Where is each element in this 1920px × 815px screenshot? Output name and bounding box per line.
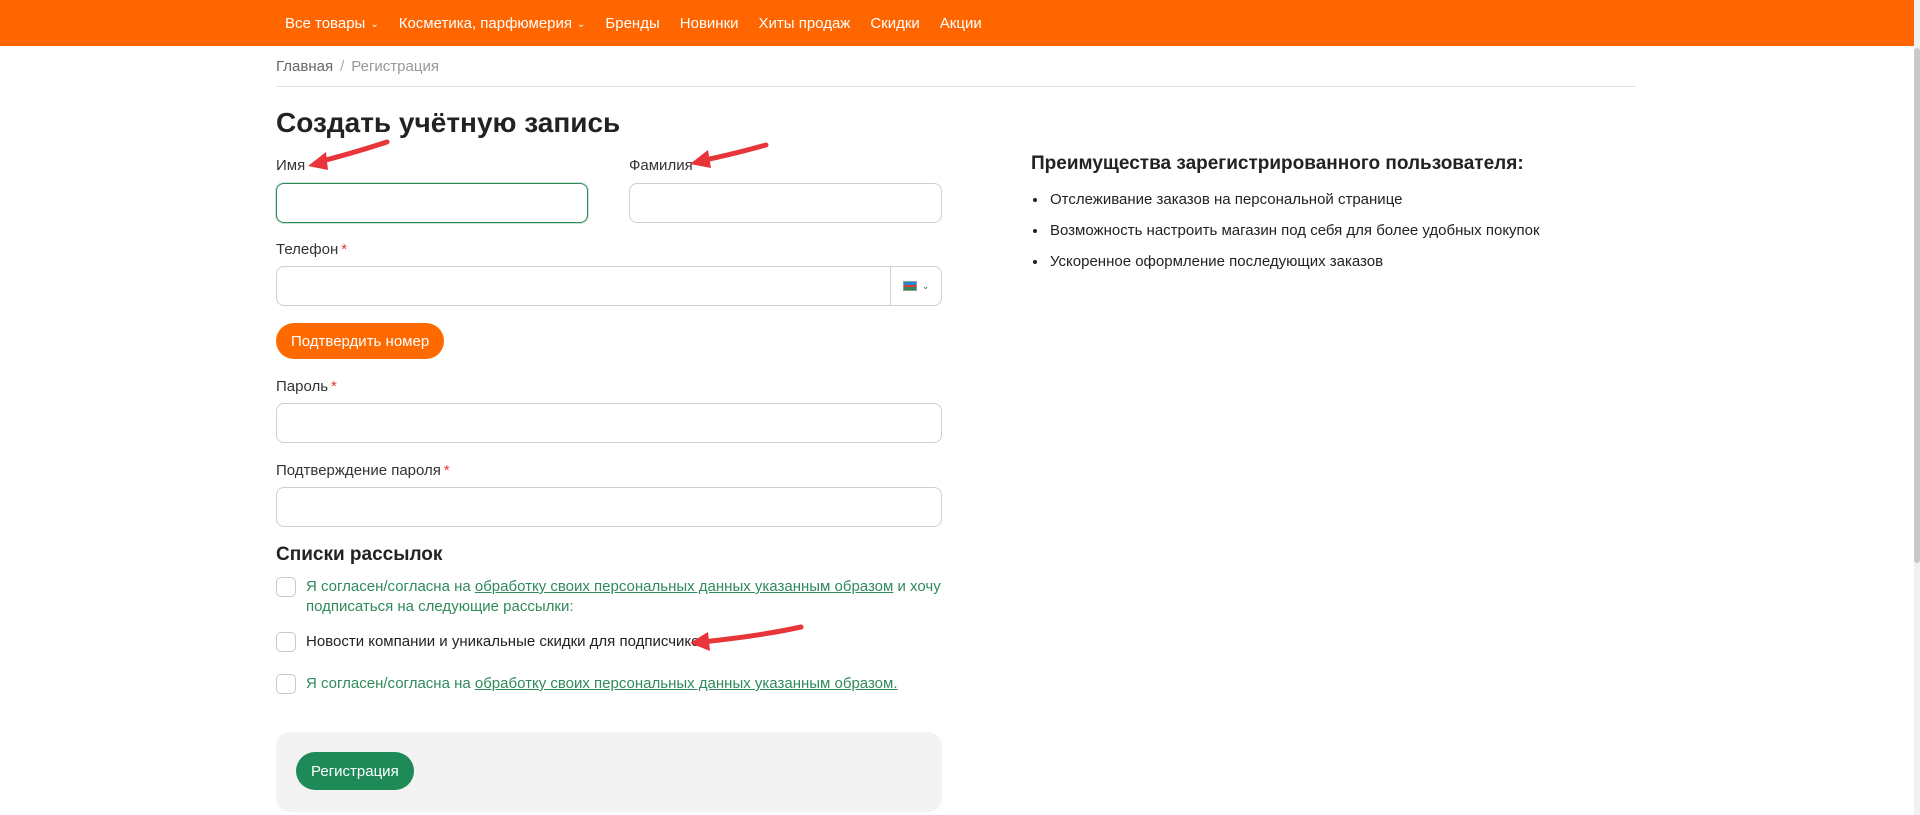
newsletter-checkbox[interactable] <box>276 632 296 652</box>
breadcrumb-separator: / <box>340 58 345 75</box>
consent-subscribe-checkbox[interactable] <box>276 577 296 597</box>
nav-item-discounts[interactable]: Скидки <box>870 15 919 32</box>
azerbaijan-flag-icon <box>902 281 917 291</box>
benefit-item: Возможность настроить магазин под себя д… <box>1048 221 1540 252</box>
last-name-label-text: Фамилия <box>629 157 693 174</box>
nav-item-new[interactable]: Новинки <box>680 15 739 32</box>
newsletter-label: Новости компании и уникальные скидки для… <box>306 633 708 650</box>
nav-item-brands[interactable]: Бренды <box>605 15 659 32</box>
required-mark: * <box>331 378 337 395</box>
password-label: Пароль * <box>276 378 337 395</box>
password-confirm-label: Подтверждение пароля * <box>276 462 450 479</box>
consent-data-checkbox[interactable] <box>276 674 296 694</box>
consent-subscribe-text: Я согласен/согласна на обработку своих п… <box>306 577 946 617</box>
mailing-lists-title: Списки рассылок <box>276 544 443 565</box>
required-mark: * <box>341 241 348 258</box>
personal-data-link[interactable]: обработку своих персональных данных указ… <box>475 675 898 692</box>
breadcrumb-divider <box>276 86 1636 87</box>
last-name-label: Фамилия <box>629 157 693 174</box>
nav-item-label: Косметика, парфюмерия <box>398 14 573 32</box>
first-name-label: Имя <box>276 157 305 174</box>
password-confirm-label-text: Подтверждение пароля <box>276 462 441 479</box>
last-name-field[interactable] <box>629 183 942 223</box>
nav-item-bestsellers[interactable]: Хиты продаж <box>759 15 851 32</box>
chevron-down-icon: ⌄ <box>370 18 379 30</box>
chevron-down-icon: ⌄ <box>577 18 586 30</box>
nav-item-label: Новинки <box>679 14 739 32</box>
benefit-item: Отслеживание заказов на персональной стр… <box>1048 190 1540 221</box>
personal-data-link[interactable]: обработку своих персональных данных указ… <box>475 578 893 595</box>
main-nav: Все товары ⌄ Косметика, парфюмерия ⌄ Бре… <box>285 0 1002 46</box>
consent-line2: подписаться на следующие рассылки: <box>306 598 574 615</box>
nav-item-label: Бренды <box>605 14 660 32</box>
required-mark: * <box>443 462 450 479</box>
register-button[interactable]: Регистрация <box>296 752 414 790</box>
consent-prefix: Я согласен/согласна на <box>306 578 475 595</box>
nav-item-label: Скидки <box>870 14 920 32</box>
nav-item-label: Хиты продаж <box>758 14 851 32</box>
nav-item-promotions[interactable]: Акции <box>940 15 982 32</box>
password-field[interactable] <box>276 403 942 443</box>
nav-item-all-products[interactable]: Все товары ⌄ <box>285 15 379 32</box>
page-title: Создать учётную запись <box>276 107 621 138</box>
breadcrumb-current: Регистрация <box>351 58 439 75</box>
breadcrumb: Главная / Регистрация <box>276 58 439 75</box>
annotation-arrow-first-name <box>308 139 390 170</box>
first-name-label-text: Имя <box>276 157 306 174</box>
verify-phone-button[interactable]: Подтвердить номер <box>276 323 445 359</box>
benefits-list: Отслеживание заказов на персональной стр… <box>1031 190 1540 283</box>
password-confirm-field[interactable] <box>276 487 942 527</box>
nav-item-label: Все товары <box>285 14 366 32</box>
annotation-arrow-last-name <box>690 142 769 168</box>
password-label-text: Пароль <box>276 378 329 395</box>
phone-field[interactable]: ⌄ <box>276 266 942 306</box>
nav-item-label: Акции <box>939 14 982 32</box>
benefits-title: Преимущества зарегистрированного пользов… <box>1031 153 1524 174</box>
consent-prefix: Я согласен/согласна на <box>306 675 475 692</box>
country-code-select[interactable]: ⌄ <box>890 267 941 305</box>
consent-data-text: Я согласен/согласна на обработку своих п… <box>306 674 898 694</box>
breadcrumb-home-link[interactable]: Главная <box>276 58 333 75</box>
chevron-down-icon: ⌄ <box>921 280 930 291</box>
nav-item-cosmetics[interactable]: Косметика, парфюмерия ⌄ <box>399 15 586 32</box>
scrollbar-thumb[interactable] <box>1914 48 1920 563</box>
benefit-item: Ускоренное оформление последующих заказо… <box>1048 252 1540 283</box>
consent-suffix: и хочу <box>893 578 941 595</box>
top-navigation-bar: Все товары ⌄ Косметика, парфюмерия ⌄ Бре… <box>0 0 1914 46</box>
phone-label: Телефон * <box>276 241 347 258</box>
first-name-field[interactable] <box>276 183 588 223</box>
phone-label-text: Телефон <box>276 241 339 258</box>
page-scrollbar[interactable] <box>1914 0 1920 815</box>
